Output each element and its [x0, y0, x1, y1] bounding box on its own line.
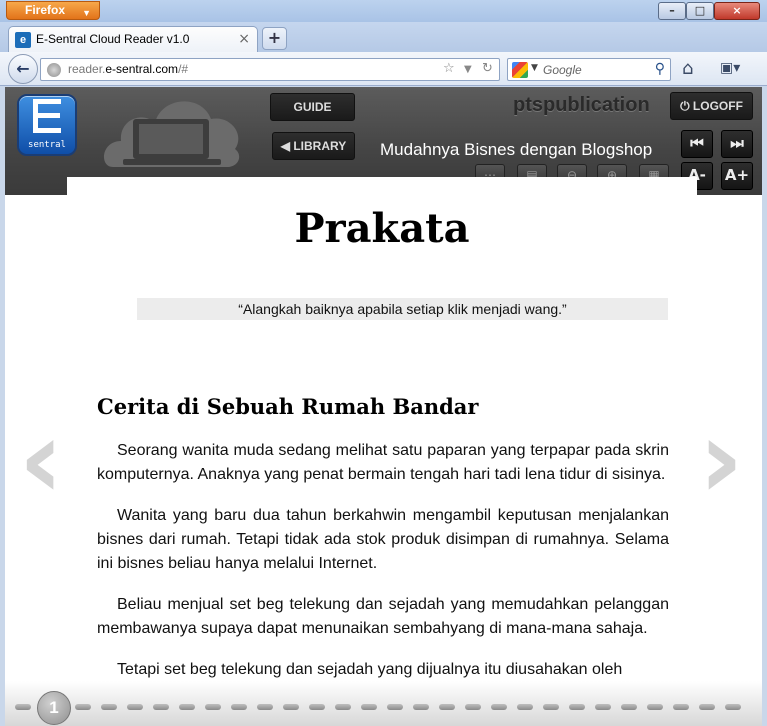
- esentral-favicon-icon: e: [15, 32, 31, 48]
- first-page-button[interactable]: ⏮: [681, 130, 713, 158]
- esentral-logo[interactable]: sentral: [17, 94, 77, 156]
- page-dot[interactable]: [15, 704, 31, 710]
- page-dot[interactable]: [647, 704, 663, 710]
- page-dot[interactable]: [491, 704, 507, 710]
- search-input[interactable]: Google: [543, 63, 582, 77]
- page-body: Seorang wanita muda sedang melihat satu …: [97, 439, 669, 699]
- page-slider[interactable]: 1: [5, 681, 762, 726]
- url-bar[interactable]: reader.e-sentral.com/# ☆ ▼ ↻: [40, 58, 500, 81]
- chevron-left-icon: ◀: [280, 139, 290, 153]
- next-page-button[interactable]: ›: [695, 404, 747, 519]
- page-dot[interactable]: [465, 704, 481, 710]
- tab-title: E-Sentral Cloud Reader v1.0: [36, 32, 190, 46]
- search-icon[interactable]: ⚲: [655, 61, 665, 77]
- new-tab-button[interactable]: +: [262, 27, 287, 50]
- skip-first-icon: ⏮: [690, 134, 704, 152]
- maximize-button[interactable]: □: [686, 2, 714, 20]
- page-title: Prakata: [294, 205, 470, 252]
- page-dot[interactable]: [569, 704, 585, 710]
- epigraph-quote: “Alangkah baiknya apabila setiap klik me…: [137, 298, 668, 320]
- prev-page-button[interactable]: ‹: [15, 404, 67, 519]
- bookmark-star-icon[interactable]: ☆: [443, 61, 455, 76]
- page-dot[interactable]: [127, 704, 143, 710]
- minimize-button[interactable]: –: [658, 2, 686, 20]
- section-heading: Cerita di Sebuah Rumah Bandar: [97, 394, 479, 419]
- caret-down-icon[interactable]: ▼: [531, 63, 538, 73]
- guide-button[interactable]: GUIDE: [270, 93, 355, 121]
- page-dot[interactable]: [283, 704, 299, 710]
- chevron-left-icon: ‹: [18, 395, 64, 523]
- firefox-menu-button[interactable]: Firefox ▼: [6, 1, 100, 20]
- page-dot[interactable]: [231, 704, 247, 710]
- tab-strip: e E-Sentral Cloud Reader v1.0 × +: [0, 22, 767, 52]
- page-dot[interactable]: [257, 704, 273, 710]
- library-label: LIBRARY: [293, 139, 347, 153]
- logo-text: sentral: [28, 140, 66, 150]
- skip-last-icon: ⏭: [730, 134, 744, 152]
- nav-bar: ← reader.e-sentral.com/# ☆ ▼ ↻ ▼ Google …: [0, 52, 767, 86]
- book-page: Prakata “Alangkah baiknya apabila setiap…: [67, 177, 697, 697]
- page-dot[interactable]: [413, 704, 429, 710]
- chevron-right-icon: ›: [698, 395, 744, 523]
- paragraph: Seorang wanita muda sedang melihat satu …: [97, 442, 669, 483]
- tab-close-button[interactable]: ×: [238, 31, 250, 47]
- current-page-indicator[interactable]: 1: [37, 691, 71, 725]
- page-dot[interactable]: [101, 704, 117, 710]
- logoff-label: LOGOFF: [692, 99, 743, 113]
- back-button[interactable]: ←: [8, 54, 38, 84]
- e-logo-icon: [33, 99, 61, 133]
- tab-esentral[interactable]: e E-Sentral Cloud Reader v1.0 ×: [8, 26, 258, 52]
- page-dot[interactable]: [595, 704, 611, 710]
- paragraph: Wanita yang baru dua tahun berkahwin men…: [97, 507, 669, 572]
- search-bar[interactable]: ▼ Google ⚲: [507, 58, 671, 81]
- page-dot[interactable]: [673, 704, 689, 710]
- page-dot[interactable]: [517, 704, 533, 710]
- page-dot[interactable]: [621, 704, 637, 710]
- paragraph: Beliau menjual set beg telekung dan seja…: [97, 596, 669, 637]
- page-dot[interactable]: [543, 704, 559, 710]
- window-titlebar: Firefox ▼ – □ ×: [0, 0, 767, 22]
- url-dropdown-icon[interactable]: ▼: [464, 64, 472, 75]
- paragraph: Tetapi set beg telekung dan sejadah yang…: [117, 661, 623, 678]
- publisher-name: ptspublication: [513, 94, 650, 116]
- page-dot[interactable]: [153, 704, 169, 710]
- page-dot[interactable]: [179, 704, 195, 710]
- library-button[interactable]: ◀ LIBRARY: [272, 132, 355, 160]
- bookmarks-menu-icon[interactable]: ▣▾: [720, 60, 750, 78]
- cloud-laptop-icon: [103, 101, 240, 167]
- firefox-menu-label: Firefox: [25, 3, 66, 17]
- power-icon: ⏻: [680, 99, 690, 113]
- reader-app: sentral GUIDE ◀ LIBRARY ptspublication ⏻…: [5, 87, 762, 726]
- page-dot[interactable]: [725, 704, 741, 710]
- page-dot[interactable]: [361, 704, 377, 710]
- url-text[interactable]: reader.e-sentral.com/#: [68, 62, 188, 76]
- logoff-button[interactable]: ⏻ LOGOFF: [670, 92, 753, 120]
- page-dot[interactable]: [205, 704, 221, 710]
- last-page-button[interactable]: ⏭: [721, 130, 753, 158]
- close-window-button[interactable]: ×: [714, 2, 760, 20]
- google-icon[interactable]: [512, 62, 528, 78]
- page-dot[interactable]: [439, 704, 455, 710]
- page-dot[interactable]: [699, 704, 715, 710]
- page-dot[interactable]: [335, 704, 351, 710]
- page-dot[interactable]: [75, 704, 91, 710]
- font-larger-button[interactable]: A+: [721, 162, 753, 190]
- globe-icon: [47, 63, 61, 77]
- page-dot[interactable]: [309, 704, 325, 710]
- reload-icon[interactable]: ↻: [482, 61, 493, 76]
- home-icon[interactable]: ⌂: [682, 58, 693, 79]
- page-dot[interactable]: [387, 704, 403, 710]
- book-title: Mudahnya Bisnes dengan Blogshop: [380, 140, 653, 159]
- caret-down-icon: ▼: [82, 8, 91, 18]
